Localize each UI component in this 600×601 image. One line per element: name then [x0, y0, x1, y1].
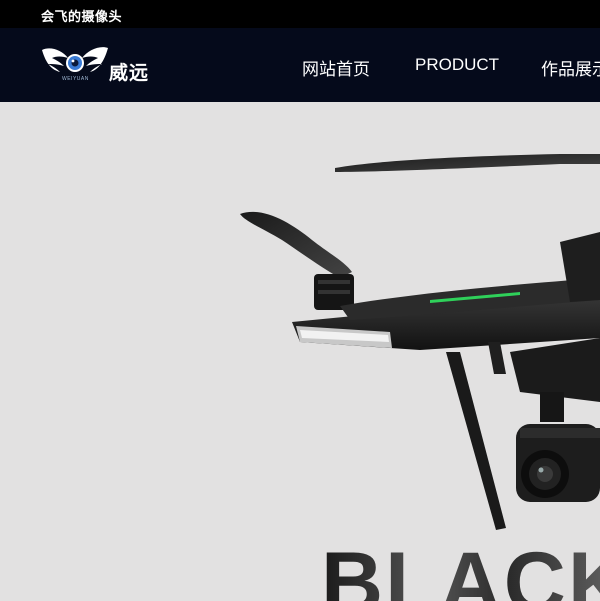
- logo-brand-text: 威远: [109, 62, 150, 84]
- hero-banner: BLACK: [0, 102, 600, 601]
- winged-eye-icon: [42, 47, 108, 72]
- nav-home[interactable]: 网站首页: [302, 55, 370, 80]
- main-navbar: 威远 WEIYUAN 网站首页 PRODUCT 作品展示: [0, 28, 600, 102]
- top-bar: 会飞的摄像头: [0, 0, 600, 28]
- site-tagline: 会飞的摄像头: [41, 10, 123, 25]
- drone-product-image: [240, 154, 600, 530]
- hero-headline: BLACK: [321, 540, 600, 601]
- logo-sub-text: WEIYUAN: [62, 76, 89, 82]
- nav-product[interactable]: PRODUCT: [415, 55, 499, 75]
- nav-works[interactable]: 作品展示: [541, 55, 600, 80]
- site-logo[interactable]: 威远 WEIYUAN: [40, 42, 152, 90]
